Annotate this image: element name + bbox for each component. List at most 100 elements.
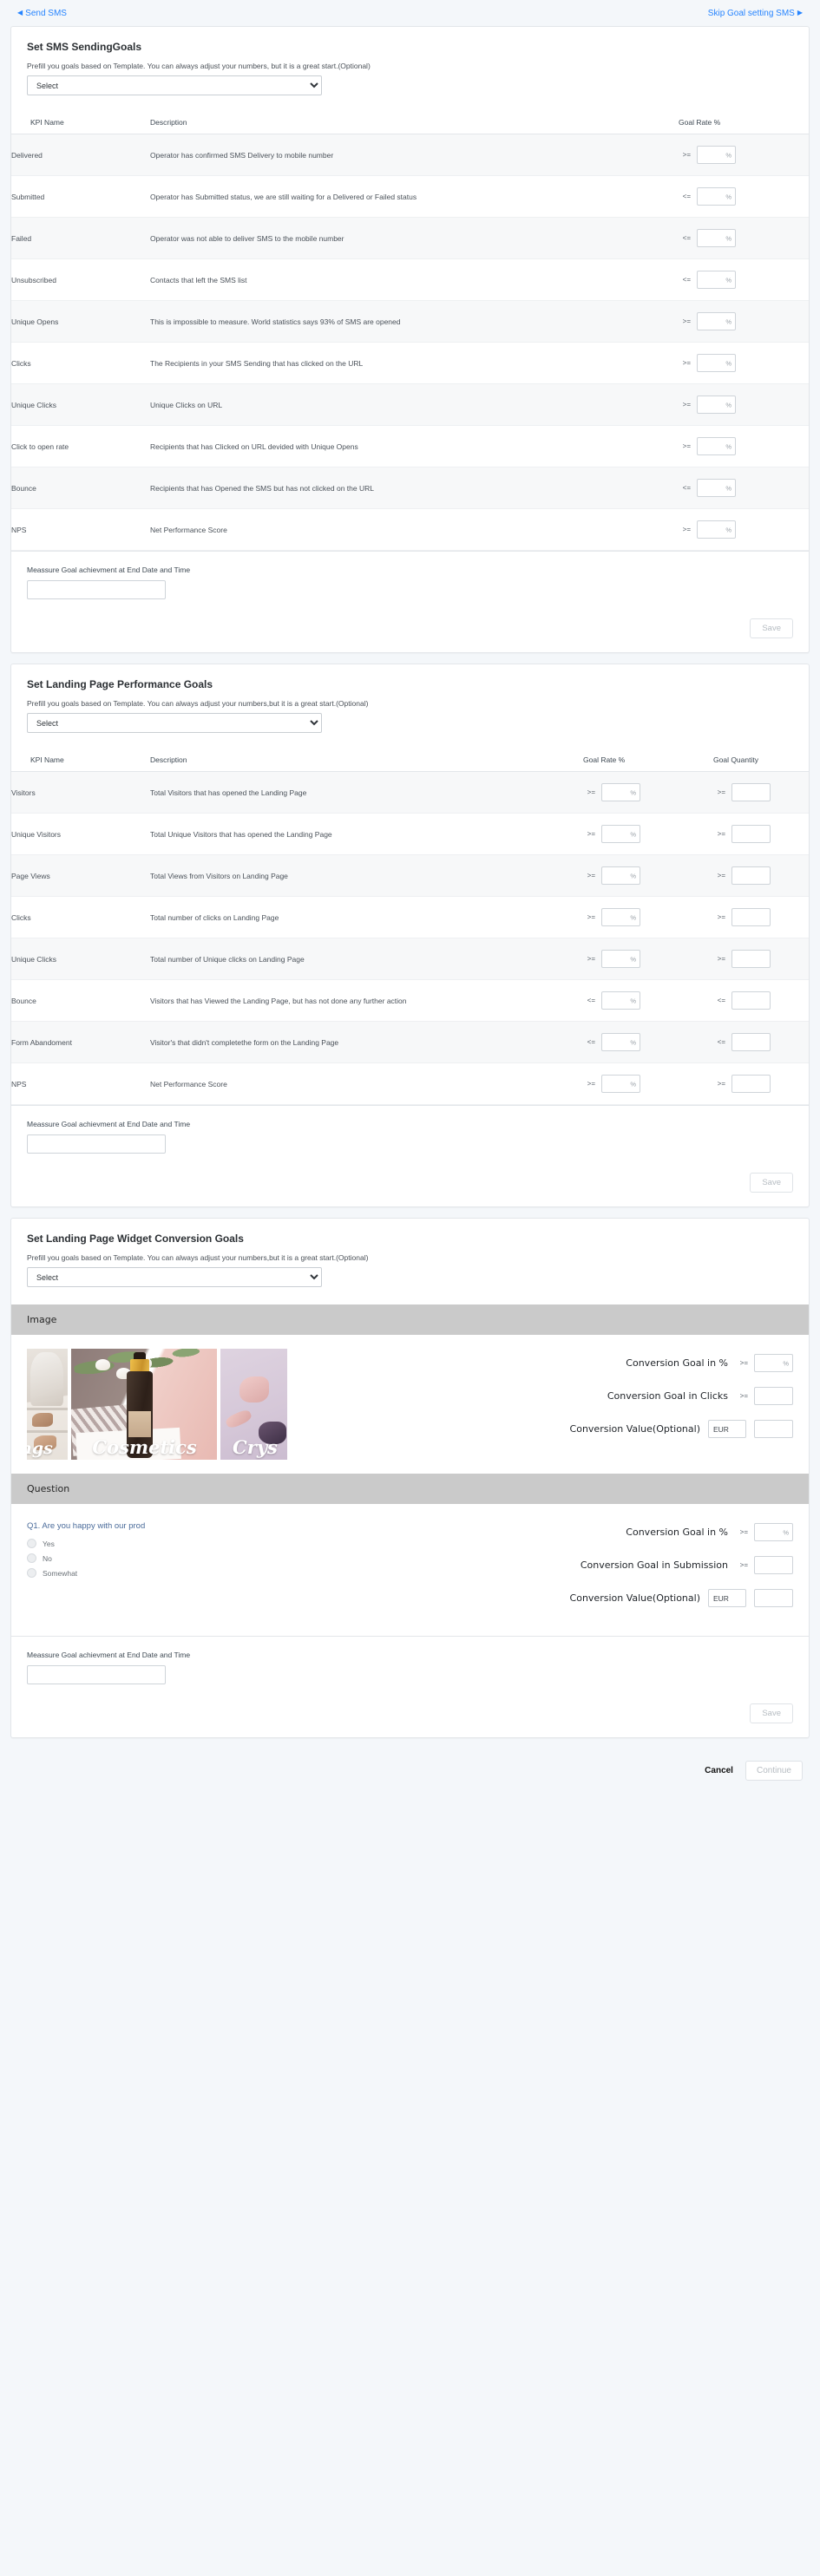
landing-rate-operator: >=	[587, 830, 595, 838]
landing-row-goal-rate: >=%	[583, 855, 713, 897]
landing-qty-input[interactable]	[732, 992, 770, 1009]
back-to-send-sms-link[interactable]: ◀ Send SMS	[17, 9, 67, 18]
sms-row-goal-rate: <=%	[679, 176, 809, 218]
sms-rate-operator: >=	[682, 442, 691, 450]
landing-rate-operator: >=	[587, 1080, 595, 1088]
landing-row-kpi-name: Form Abandoment	[11, 1037, 72, 1047]
landing-row-goal-quantity: >=	[713, 814, 809, 855]
radio-button-icon[interactable]	[27, 1553, 36, 1563]
table-row: Form Abandoment Visitor's that didn't com…	[11, 1021, 809, 1063]
sms-row-goal-rate: >=%	[679, 426, 809, 467]
landing-rate-input-wrap: %	[601, 991, 640, 1010]
landing-measure-label: Meassure Goal achievment at End Date and…	[27, 1120, 191, 1128]
landing-col-description: Description	[150, 750, 583, 772]
sms-col-kpi-name: KPI Name	[11, 113, 150, 134]
question-conversion-input-0-wrap: %	[754, 1523, 793, 1541]
landing-save-button[interactable]: Save	[750, 1173, 793, 1193]
widget-measure-input[interactable]	[28, 1666, 165, 1684]
skip-goal-setting-link[interactable]: Skip Goal setting SMS ▶	[708, 9, 803, 18]
sms-rate-operator: <=	[682, 193, 691, 200]
sms-save-button[interactable]: Save	[750, 618, 793, 638]
sms-measure-label: Meassure Goal achievment at End Date and…	[27, 566, 191, 574]
image-conversion-value-input[interactable]	[755, 1421, 792, 1438]
landing-measure-input[interactable]	[28, 1135, 165, 1153]
sms-row-description: The Recipients in your SMS Sending that …	[150, 358, 364, 368]
chevron-left-icon: ◀	[17, 9, 23, 16]
question-option[interactable]: Somewhat	[27, 1568, 313, 1578]
collage-caption-3: Crys	[233, 1436, 278, 1458]
landing-row-description: Visitors that has Viewed the Landing Pag…	[150, 996, 407, 1005]
landing-qty-input-wrap	[731, 908, 771, 926]
landing-qty-operator: <=	[717, 1038, 725, 1046]
question-option-label: Somewhat	[43, 1568, 78, 1578]
landing-qty-input-wrap	[731, 825, 771, 843]
sms-row-description: Recipients that has Opened the SMS but h…	[150, 483, 374, 493]
page-footer: Cancel Continue	[0, 1749, 820, 1800]
landing-rate-input-wrap: %	[601, 1075, 640, 1093]
sms-template-select[interactable]: Select	[27, 75, 322, 95]
image-collage[interactable]: ngs Cosmetics Crys	[27, 1349, 287, 1460]
landing-rate-input-wrap: %	[601, 825, 640, 843]
question-conversion-value-input[interactable]	[755, 1590, 792, 1607]
landing-template-select[interactable]: Select	[27, 713, 322, 733]
sms-card-subtitle: Prefill you goals based on Template. You…	[27, 62, 371, 70]
landing-qty-input[interactable]	[732, 784, 770, 801]
question-conversion-input-1[interactable]	[755, 1557, 792, 1574]
image-conversion-currency-select[interactable]: EUR	[708, 1420, 746, 1438]
landing-qty-input[interactable]	[732, 826, 770, 842]
widget-save-button[interactable]: Save	[750, 1703, 793, 1723]
sms-row-kpi-name: NPS	[11, 525, 27, 534]
image-conversion-input-1[interactable]	[755, 1388, 792, 1405]
table-row: Unique Opens This is impossible to measur…	[11, 300, 809, 343]
sms-measure-input[interactable]	[28, 581, 165, 598]
landing-row-description: Visitor's that didn't completethe form o…	[150, 1037, 339, 1047]
image-section-band: Image	[11, 1304, 809, 1335]
radio-button-icon[interactable]	[27, 1568, 36, 1578]
landing-rate-operator: >=	[587, 955, 595, 963]
image-widget-row: ngs Cosmetics Crys Conversion Goal in % >…	[11, 1335, 809, 1474]
image-widget-preview: ngs Cosmetics Crys	[27, 1349, 313, 1460]
landing-row-description: Total Views from Visitors on Landing Pag…	[150, 871, 288, 880]
landing-qty-input[interactable]	[732, 909, 770, 925]
continue-button[interactable]: Continue	[745, 1761, 803, 1781]
sms-col-description: Description	[150, 113, 679, 134]
landing-card-title: Set Landing Page Performance Goals	[27, 678, 213, 690]
landing-qty-input[interactable]	[732, 867, 770, 884]
landing-row-goal-quantity: <=	[713, 980, 809, 1022]
question-conversion-fields: Conversion Goal in % >=% Conversion Goal i…	[322, 1518, 793, 1622]
landing-page-performance-card: Set Landing Page Performance Goals Prefi…	[10, 664, 810, 1207]
question-conversion-value-row: Conversion Value(Optional) EUR	[322, 1589, 793, 1607]
landing-qty-operator: >=	[717, 913, 725, 921]
chevron-right-icon: ▶	[797, 9, 803, 16]
back-link-label: Send SMS	[25, 8, 67, 18]
table-row: Click to open rate Recipients that has Cl…	[11, 426, 809, 467]
sms-row-kpi-name: Clicks	[11, 358, 31, 368]
question-section-band: Question	[11, 1474, 809, 1504]
table-row: Page Views Total Views from Visitors on L…	[11, 854, 809, 897]
percent-suffix-icon: %	[783, 1528, 789, 1536]
sms-kpi-header-row: KPI Name Description Goal Rate %	[11, 113, 809, 134]
landing-qty-input[interactable]	[732, 951, 770, 967]
landing-qty-input[interactable]	[732, 1076, 770, 1092]
sms-kpi-table-head: KPI Name Description Goal Rate %	[11, 113, 809, 134]
sms-row-kpi-name: Delivered	[11, 150, 43, 160]
question-conversion-currency-select[interactable]: EUR	[708, 1589, 746, 1607]
table-row: Unique Clicks Unique Clicks on URL >=%	[11, 383, 809, 426]
landing-kpi-table: KPI Name Description Goal Rate % Goal Qu…	[11, 750, 809, 1105]
landing-qty-input-wrap	[731, 1033, 771, 1051]
landing-rate-input-wrap: %	[601, 950, 640, 968]
sms-rate-operator: <=	[682, 276, 691, 284]
radio-button-icon[interactable]	[27, 1539, 36, 1548]
image-conversion-operator: >=	[739, 1392, 748, 1400]
percent-suffix-icon: %	[725, 401, 731, 409]
widget-template-select[interactable]: Select	[27, 1267, 322, 1287]
cancel-button[interactable]: Cancel	[705, 1766, 733, 1775]
question-option[interactable]: No	[27, 1553, 313, 1563]
question-conversion-value-label: Conversion Value(Optional)	[569, 1592, 700, 1604]
percent-suffix-icon: %	[630, 1080, 636, 1088]
question-conversion-field-label: Conversion Goal in Submission	[580, 1559, 728, 1571]
question-option[interactable]: Yes	[27, 1539, 313, 1548]
table-row: NPS Net Performance Score >=% >=	[11, 1063, 809, 1105]
sms-rate-operator: >=	[682, 526, 691, 533]
landing-qty-input[interactable]	[732, 1034, 770, 1050]
